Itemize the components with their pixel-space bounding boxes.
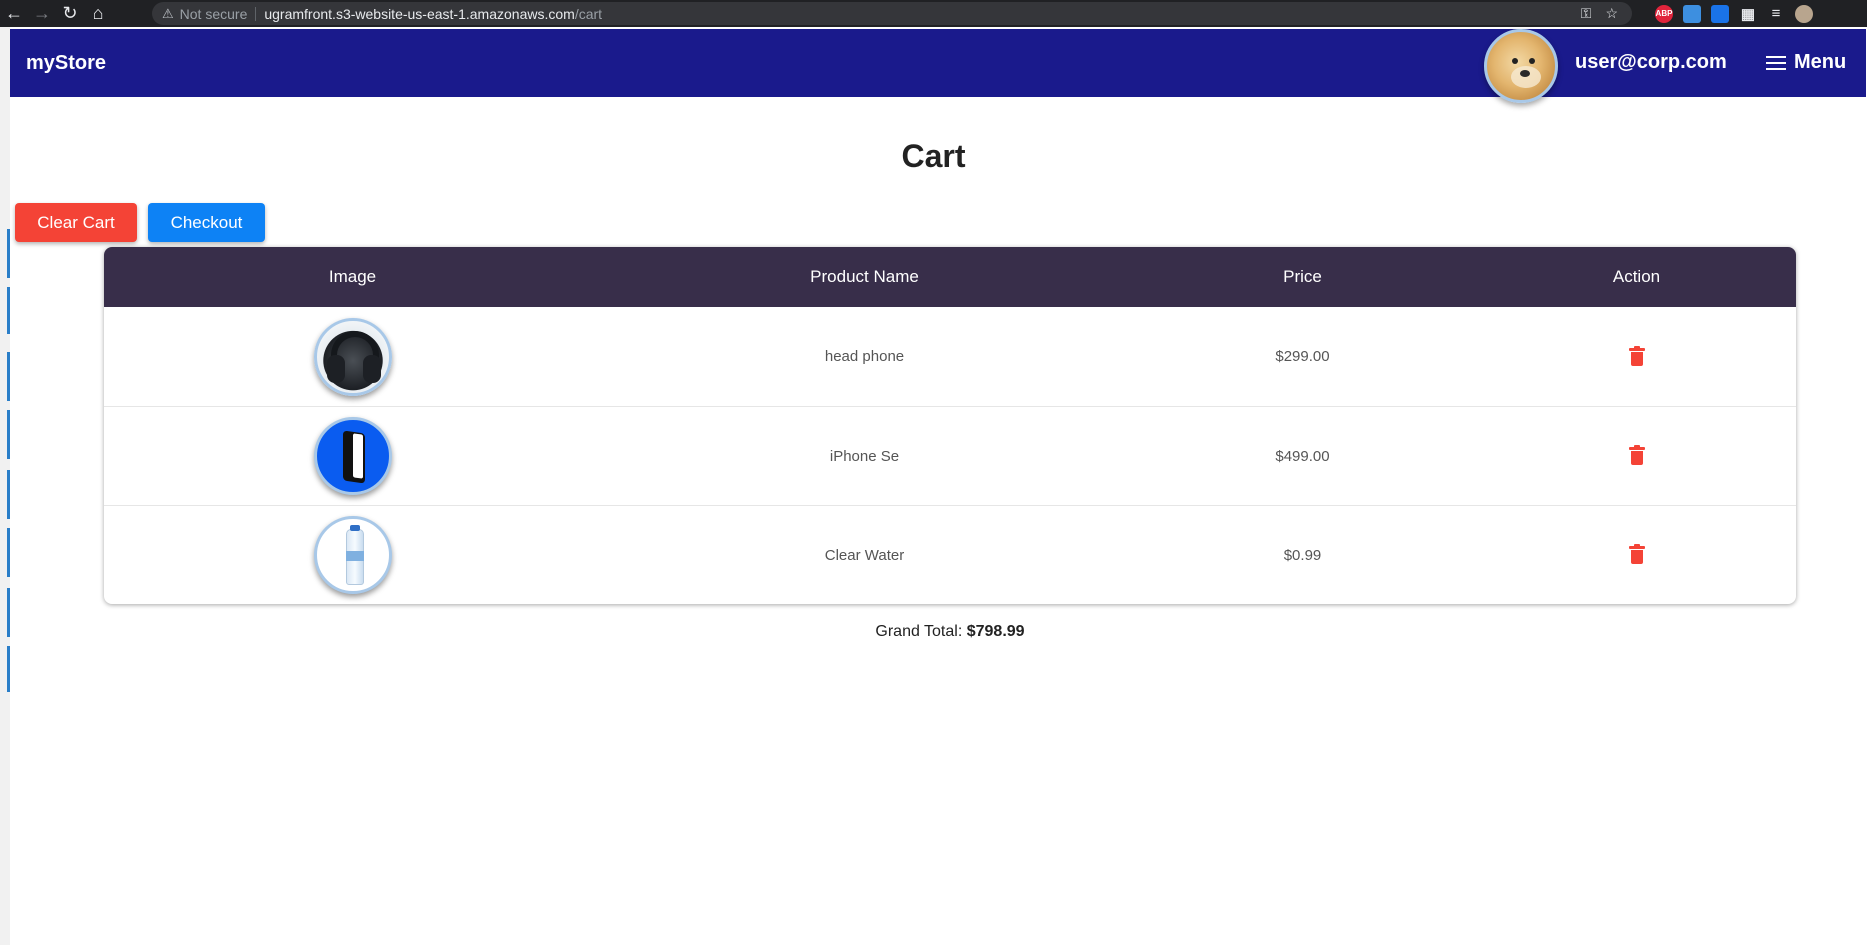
warning-icon: ⚠	[162, 5, 174, 21]
action-cell	[1477, 307, 1796, 406]
screenshot-extension-icon[interactable]	[1683, 4, 1701, 23]
media-queue-icon[interactable]: ≡	[1767, 5, 1785, 23]
headphone-image	[313, 317, 392, 396]
side-scroll-mark	[7, 528, 10, 577]
grand-total: Grand Total: $798.99	[0, 623, 1867, 641]
side-scroll-mark	[7, 646, 10, 692]
table-header: Image Product Name Price Action	[104, 247, 1796, 307]
security-label: Not secure	[179, 5, 248, 22]
url-host: ugramfront.s3-website-us-east-1.amazonaw…	[264, 5, 575, 22]
table-row: head phone $299.00	[104, 307, 1796, 406]
hamburger-icon	[1766, 55, 1786, 70]
cart-table: Image Product Name Price Action head pho…	[104, 247, 1796, 604]
address-bar[interactable]: ⚠ Not secure ugramfront.s3-website-us-ea…	[152, 2, 1632, 25]
side-scroll-mark	[7, 352, 10, 401]
back-arrow-icon[interactable]: ←	[0, 0, 28, 27]
iphone-image	[313, 417, 392, 495]
user-email[interactable]: user@corp.com	[1575, 51, 1727, 74]
menu-button[interactable]: Menu	[1766, 51, 1846, 74]
water-bottle-image	[313, 516, 392, 594]
trash-icon[interactable]	[1628, 445, 1645, 465]
product-name: Clear Water	[824, 546, 905, 564]
side-scroll-mark	[7, 229, 10, 278]
product-name: head phone	[824, 348, 905, 365]
column-header-action: Action	[1612, 267, 1661, 286]
adblock-extension-icon[interactable]: ABP	[1655, 4, 1673, 23]
table-row: iPhone Se $499.00	[104, 406, 1796, 505]
side-scroll-mark	[7, 287, 10, 334]
table-body: head phone $299.00 iPhone Se $499.00 Cle…	[104, 307, 1796, 604]
column-header-price: Price	[1283, 267, 1322, 286]
product-price: $499.00	[1275, 447, 1330, 465]
adblock-label: ABP	[1655, 9, 1673, 18]
action-cell	[1477, 506, 1796, 604]
browser-toolbar: ← → ↻ ⌂ ⚠ Not secure ugramfront.s3-websi…	[0, 0, 1867, 27]
user-avatar[interactable]	[1484, 29, 1558, 103]
action-cell	[1477, 407, 1796, 505]
url-path: /cart	[574, 5, 603, 22]
product-price: $0.99	[1283, 546, 1322, 564]
trash-icon[interactable]	[1628, 345, 1645, 366]
reload-icon[interactable]: ↻	[56, 0, 84, 27]
page-title: Cart	[901, 138, 966, 174]
column-header-image: Image	[328, 267, 377, 286]
checkout-button[interactable]: Checkout	[148, 203, 265, 242]
browser-profile-avatar[interactable]	[1795, 4, 1813, 23]
bookmark-star-icon[interactable]: ☆	[1605, 5, 1618, 22]
clear-cart-button[interactable]: Clear Cart	[15, 203, 137, 242]
side-scroll-mark	[7, 410, 10, 459]
table-row: Clear Water $0.99	[104, 505, 1796, 604]
key-icon[interactable]: ⚿	[1581, 5, 1592, 22]
avatar-eye	[1512, 58, 1518, 64]
avatar-eye	[1529, 58, 1535, 64]
brand-logo[interactable]: myStore	[26, 52, 106, 75]
trash-icon[interactable]	[1628, 544, 1645, 564]
app-header: myStore user@corp.com Menu	[10, 29, 1866, 103]
grand-total-value: $798.99	[966, 623, 1025, 640]
trello-extension-icon[interactable]	[1711, 4, 1729, 23]
grand-total-label: Grand Total:	[875, 623, 963, 640]
home-icon[interactable]: ⌂	[84, 0, 112, 27]
product-price: $299.00	[1275, 348, 1330, 365]
image-cell	[104, 407, 601, 505]
image-cell	[104, 307, 601, 406]
avatar-nose	[1520, 70, 1530, 77]
product-name: iPhone Se	[829, 447, 900, 465]
omnibox-divider	[255, 6, 257, 21]
menu-label: Menu	[1794, 51, 1847, 73]
image-cell	[104, 506, 601, 604]
side-scroll-mark	[7, 470, 10, 519]
forward-arrow-icon[interactable]: →	[28, 0, 56, 27]
extensions-puzzle-icon[interactable]: ▦	[1739, 5, 1757, 23]
column-header-product-name: Product Name	[810, 267, 919, 286]
